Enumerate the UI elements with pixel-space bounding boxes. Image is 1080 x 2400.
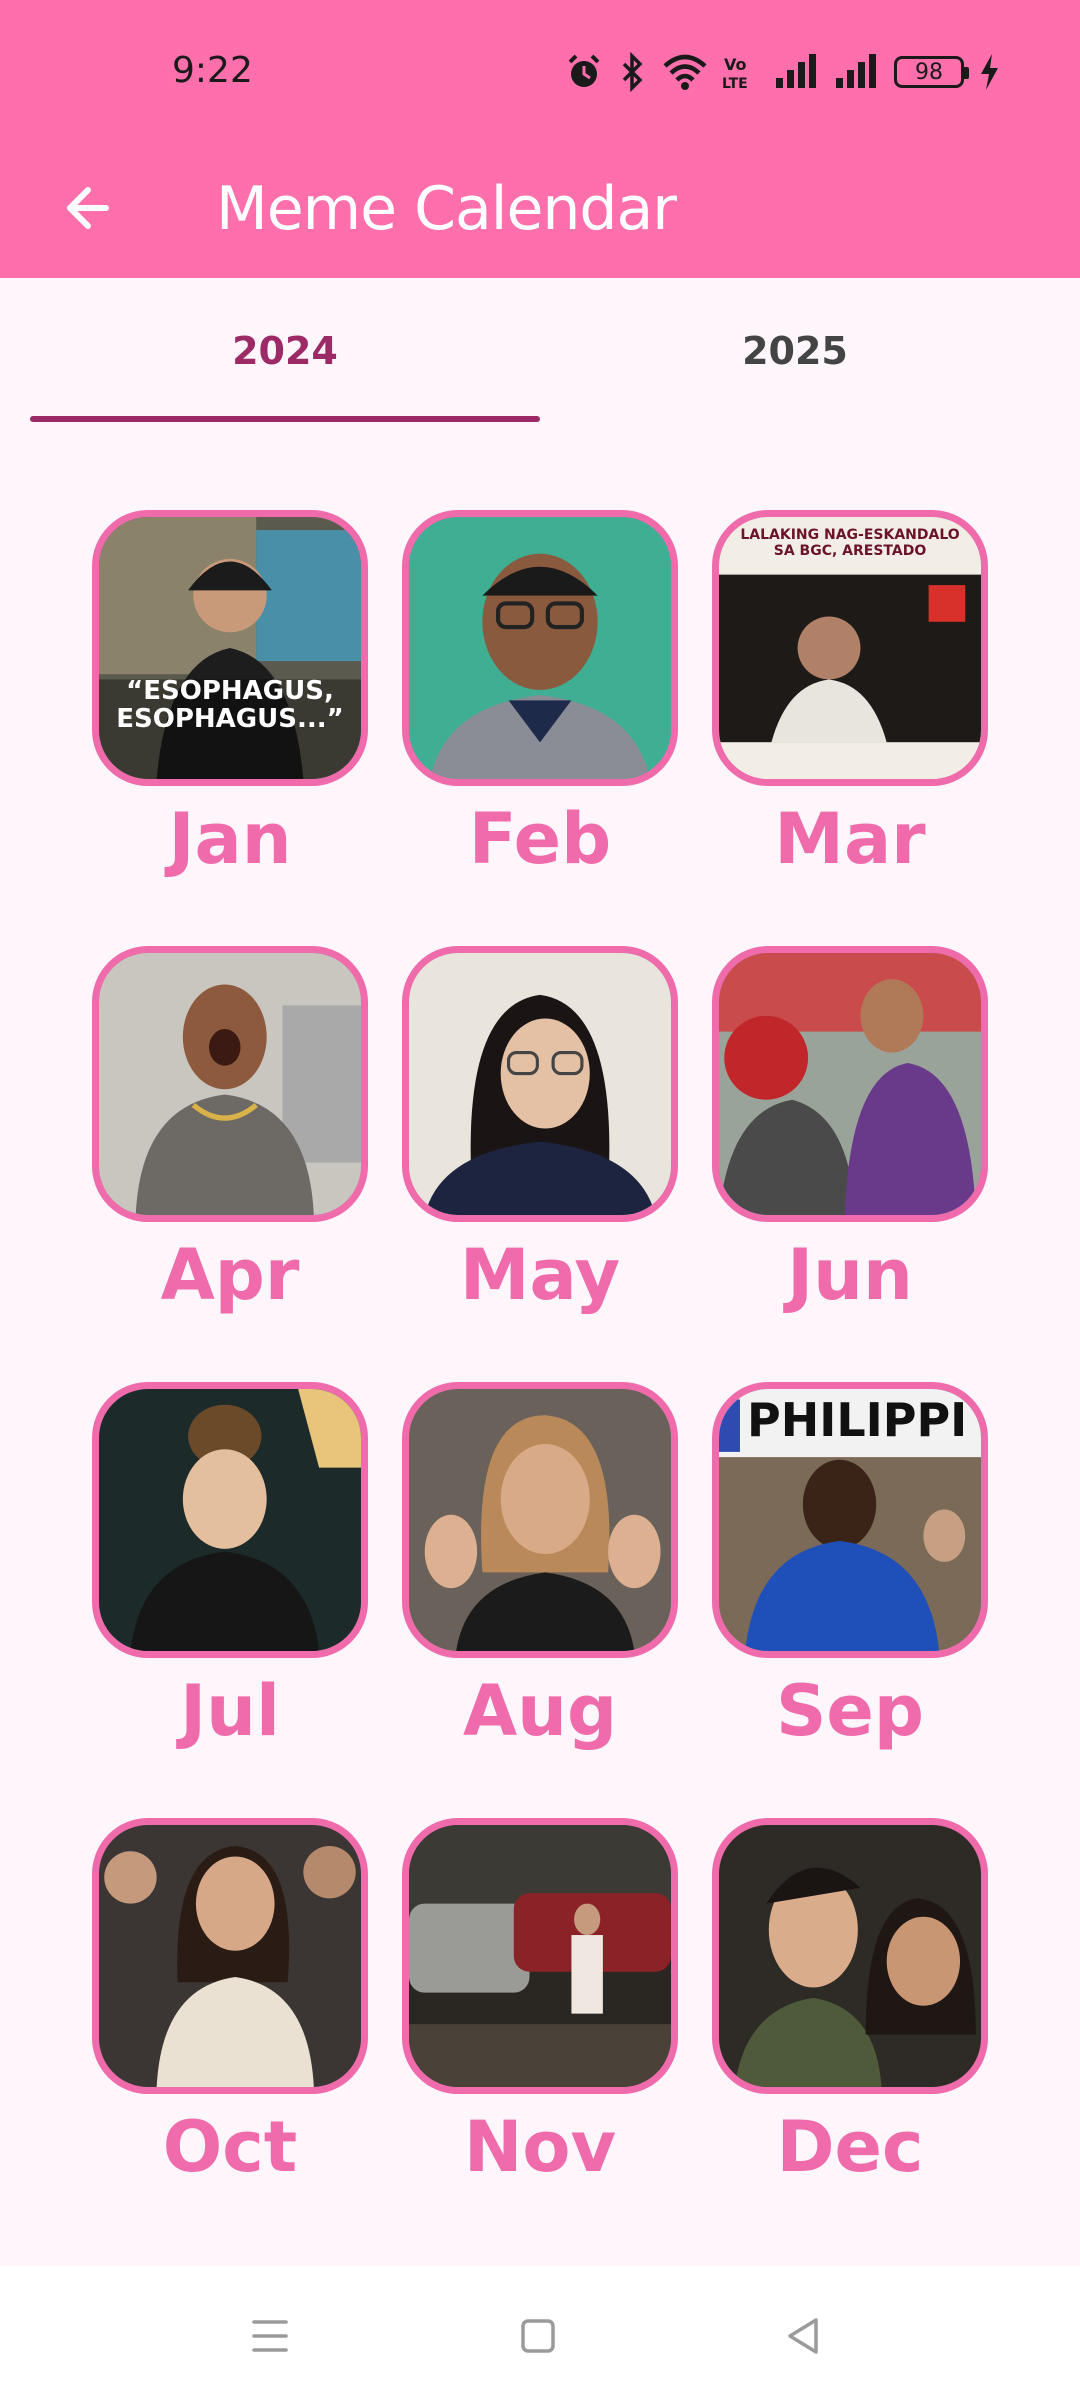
month-card-may[interactable]: May: [402, 946, 678, 1318]
month-label: Jun: [787, 1234, 913, 1316]
year-tabs: 2024 2025: [0, 278, 1080, 424]
month-thumbnail[interactable]: [402, 946, 678, 1222]
month-thumbnail[interactable]: [712, 1818, 988, 2094]
month-label: Dec: [776, 2106, 924, 2188]
month-thumbnail[interactable]: [402, 510, 678, 786]
meme-image: [99, 1825, 361, 2087]
battery-level: 98: [915, 59, 943, 85]
month-grid: “ESOPHAGUS, ESOPHAGUS...” Jan Feb LALAKI…: [92, 510, 988, 2190]
month-label: May: [459, 1234, 621, 1316]
signal-1-icon: [776, 54, 816, 88]
month-thumbnail[interactable]: [92, 1818, 368, 2094]
meme-image: [409, 953, 671, 1215]
month-card-dec[interactable]: Dec: [712, 1818, 988, 2190]
arrow-left-icon: [67, 187, 109, 229]
month-card-feb[interactable]: Feb: [402, 510, 678, 882]
meme-image: [719, 1825, 981, 2087]
month-label: Oct: [162, 2106, 298, 2188]
system-nav-bar: [0, 2266, 1080, 2400]
status-icons: Vo LTE 98: [564, 48, 1000, 96]
month-thumbnail[interactable]: [402, 1818, 678, 2094]
alarm-icon: [568, 54, 600, 87]
tab-label: 2025: [742, 329, 848, 373]
app-bar: Meme Calendar: [0, 140, 1080, 278]
meme-image: [409, 1389, 671, 1651]
month-label: Mar: [774, 798, 926, 880]
month-card-aug[interactable]: Aug: [402, 1382, 678, 1754]
status-time: 9:22: [172, 50, 253, 91]
bluetooth-icon: [622, 52, 643, 92]
month-thumbnail[interactable]: [402, 1382, 678, 1658]
meme-caption: PHILIPPI: [747, 1393, 968, 1447]
month-label: Apr: [160, 1234, 300, 1316]
meme-image: [99, 517, 361, 779]
charging-icon: [981, 54, 998, 90]
meme-image: [99, 953, 361, 1215]
month-thumbnail[interactable]: PHILIPPI: [712, 1382, 988, 1658]
month-card-oct[interactable]: Oct: [92, 1818, 368, 2190]
back-button[interactable]: [50, 170, 126, 246]
volte-icon: Vo LTE: [722, 55, 748, 92]
month-label: Jan: [168, 798, 292, 880]
menu-icon[interactable]: [240, 2306, 300, 2366]
back-triangle-icon[interactable]: [774, 2306, 834, 2366]
month-card-sep[interactable]: PHILIPPI Sep: [712, 1382, 988, 1754]
meme-image: [409, 517, 671, 779]
month-label: Aug: [462, 1670, 618, 1752]
meme-image: [409, 1825, 671, 2087]
month-label: Nov: [463, 2106, 617, 2188]
meme-caption: “ESOPHAGUS, ESOPHAGUS...”: [116, 676, 344, 734]
month-card-jun[interactable]: Jun: [712, 946, 988, 1318]
signal-2-icon: [836, 54, 876, 88]
meme-caption: LALAKING NAG-ESKANDALO SA BGC, ARESTADO: [740, 527, 960, 559]
month-thumbnail[interactable]: [92, 946, 368, 1222]
month-thumbnail[interactable]: [92, 1382, 368, 1658]
tab-label: 2024: [232, 329, 338, 373]
meme-image: [719, 953, 981, 1215]
battery-icon: 98: [894, 56, 969, 88]
page-title: Meme Calendar: [216, 174, 677, 244]
meme-image: [99, 1389, 361, 1651]
month-label: Jul: [180, 1670, 280, 1752]
month-card-jul[interactable]: Jul: [92, 1382, 368, 1754]
month-thumbnail[interactable]: [712, 946, 988, 1222]
month-card-nov[interactable]: Nov: [402, 1818, 678, 2190]
status-bar: 9:22 Vo LTE 98: [0, 0, 1080, 140]
wifi-icon: [663, 54, 707, 90]
month-label: Sep: [776, 1670, 924, 1752]
svg-text:LTE: LTE: [722, 76, 748, 92]
tab-2024[interactable]: 2024: [30, 278, 540, 424]
month-label: Feb: [468, 798, 612, 880]
tab-indicator: [30, 416, 540, 422]
month-card-jan[interactable]: “ESOPHAGUS, ESOPHAGUS...” Jan: [92, 510, 368, 882]
month-card-apr[interactable]: Apr: [92, 946, 368, 1318]
svg-text:Vo: Vo: [724, 55, 747, 74]
home-square-icon[interactable]: [508, 2306, 568, 2366]
month-card-mar[interactable]: LALAKING NAG-ESKANDALO SA BGC, ARESTADO …: [712, 510, 988, 882]
month-thumbnail[interactable]: “ESOPHAGUS, ESOPHAGUS...”: [92, 510, 368, 786]
tab-2025[interactable]: 2025: [540, 278, 1050, 424]
month-thumbnail[interactable]: LALAKING NAG-ESKANDALO SA BGC, ARESTADO: [712, 510, 988, 786]
